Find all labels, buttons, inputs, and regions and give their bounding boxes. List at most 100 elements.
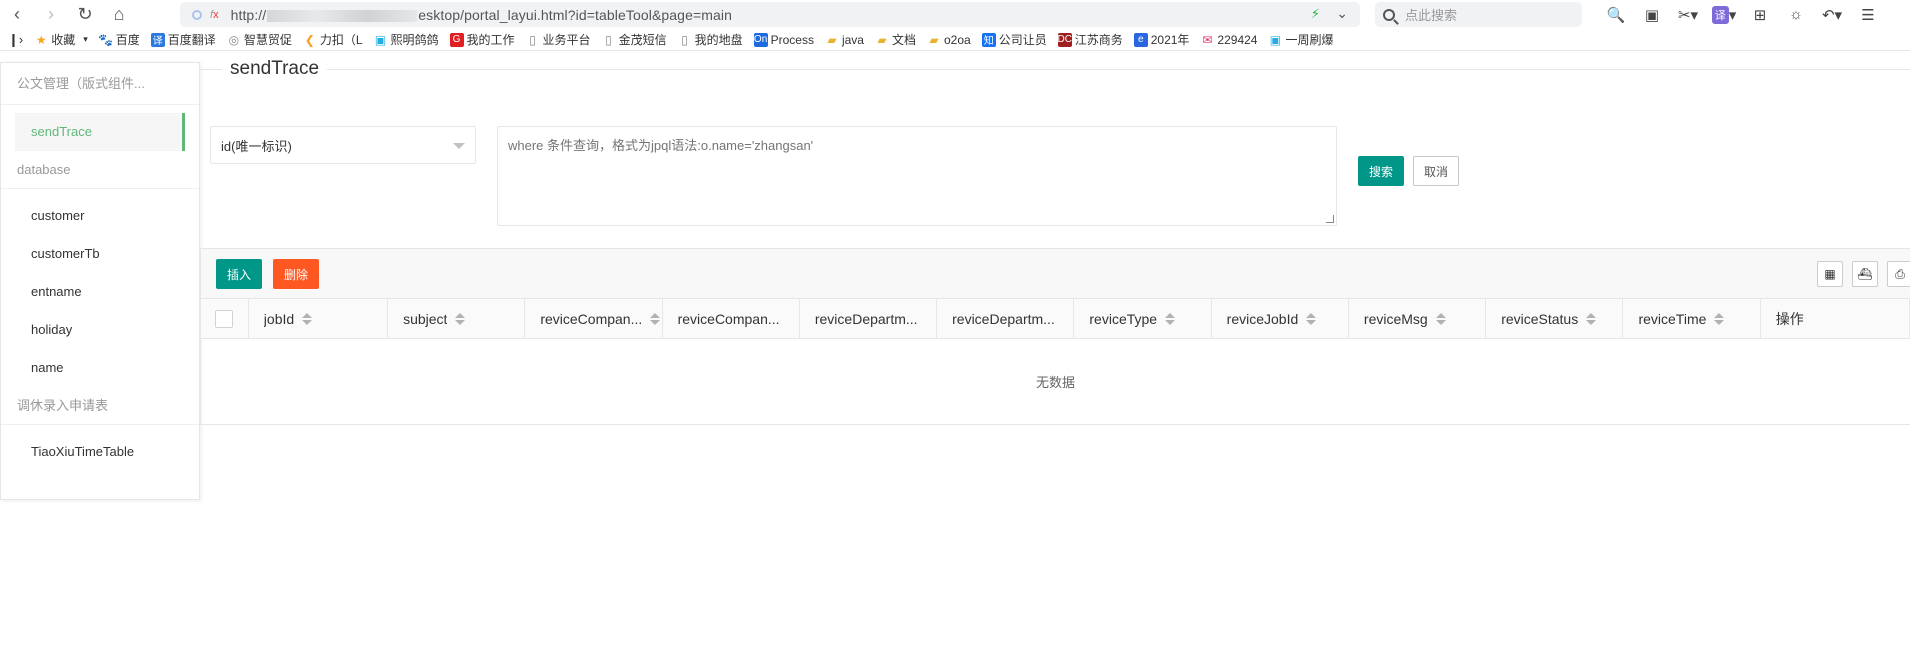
bookmark-item[interactable]: 译百度翻译 [150,31,216,48]
bookmark-item[interactable]: ▰ java [825,33,864,47]
insert-button[interactable]: 插入 [216,259,262,289]
chevron-down-icon[interactable]: ▾ [83,34,88,45]
sort-icon[interactable] [455,313,466,325]
bookmark-item[interactable]: ◎ 智慧贸促 [227,31,292,48]
bolt-icon[interactable]: ⚡ [1311,6,1320,22]
cancel-button[interactable]: 取消 [1413,156,1459,186]
sidebar-item-holiday[interactable]: holiday [1,311,185,349]
bookmark-item[interactable]: ▰ 文档 [875,31,916,48]
sort-icon[interactable] [650,313,661,325]
bookmark-label: 百度 [115,33,140,47]
print-icon[interactable]: ⎙ [1887,261,1910,287]
column-header[interactable]: reviceTime [1623,299,1761,339]
bookmark-label: 公司让员 [998,33,1047,47]
browser-toolbar: ‹ › ↻ ⌂ fx http://esktop/portal_layui.ht… [0,0,1910,29]
search-button[interactable]: 搜索 [1358,156,1404,186]
sidebar-toggle-icon[interactable]: ❙› [8,32,23,48]
browser-search-input[interactable]: 点此搜索 [1375,2,1582,27]
undo-icon[interactable]: ↶▾ [1816,3,1848,27]
where-condition-input[interactable]: where 条件查询，格式为jpql语法:o.name='zhangsan' [497,126,1337,226]
bookmark-item[interactable]: ▰ o2oa [927,32,971,47]
scissors-icon[interactable]: ✂▾ [1672,3,1704,27]
legend-line [200,69,1910,70]
bookmark-favicon-icon: 译 [150,32,165,47]
bookmark-item[interactable]: ▣ 熙明鸽鸽 [374,31,439,48]
sort-icon[interactable] [1435,313,1446,325]
bookmark-item[interactable]: 知公司让员 [981,31,1047,48]
column-header[interactable]: reviceCompan... [663,299,800,339]
resize-handle[interactable] [1326,215,1334,223]
bookmark-item[interactable]: ▯ 我的地盘 [678,31,742,48]
doc-icon: ▯ [681,32,688,47]
sort-icon[interactable] [302,313,313,325]
column-header[interactable]: reviceDepartm... [937,299,1075,339]
column-header[interactable]: reviceDepartm... [800,299,938,339]
menu-icon[interactable]: ☰ [1852,3,1884,27]
bookmark-label: 业务平台 [542,33,591,47]
column-header[interactable]: reviceStatus [1486,299,1624,339]
column-header[interactable]: reviceJobId [1212,299,1349,339]
bookmark-item[interactable]: ▣ 一周刷爆 [1268,31,1334,48]
sidebar-item-customertb[interactable]: customerTb [1,235,185,273]
select-all-checkbox[interactable] [215,310,233,328]
bookmark-item[interactable]: 🐾 百度 [98,31,140,48]
column-header[interactable]: reviceCompan... [525,299,663,339]
bookmark-item[interactable]: On Process [753,32,814,47]
column-header[interactable]: reviceMsg [1349,299,1487,339]
url-text: http://esktop/portal_layui.html?id=table… [230,6,732,23]
bookmark-item[interactable]: ✉ 229424 [1200,33,1257,47]
brightness-icon[interactable]: ☼ [1780,3,1812,27]
column-header[interactable]: reviceType [1074,299,1212,339]
sidebar-item-tiaoxiutimetable[interactable]: TiaoXiuTimeTable [1,433,185,471]
bookmark-label: 熙明鸽鸽 [390,33,439,47]
field-select[interactable]: id(唯一标识) [210,126,476,164]
bookmark-item[interactable]: ❮ 力扣（L [303,31,363,48]
bookmark-item[interactable]: DC 江苏商务 [1057,31,1123,48]
bookmark-label: o2oa [943,32,971,47]
bookmarks-bar: ❙› ★ 收藏 ▾ 🐾 百度译百度翻译 ◎ 智慧贸促 ❮ 力扣（L ▣ 熙明鸽鸽 G 我的工作 ▯ 业务平… [0,29,1910,51]
sort-icon[interactable] [1586,313,1597,325]
sidebar-item-entname[interactable]: entname [1,273,185,311]
export-icon[interactable]: ⛴ [1852,261,1878,287]
bookmark-favicon-icon: e [1133,32,1148,47]
bookmark-label: 收藏 [51,33,76,47]
column-header-label: subject [403,311,448,327]
extension-icon[interactable]: ▣ [1636,3,1668,27]
magnifier-icon[interactable]: 🔍 [1600,3,1632,27]
sidebar-item-sendtrace[interactable]: sendTrace [15,113,185,151]
fx-icon[interactable]: fx [210,9,219,21]
column-header[interactable]: jobId [249,299,389,339]
columns-filter-icon[interactable]: ▦ [1817,261,1843,287]
column-header-label: reviceStatus [1501,311,1579,327]
bili-icon: ▣ [374,32,387,47]
bookmark-item[interactable]: ▯ 业务平台 [526,31,591,48]
bookmark-label: 229424 [1217,32,1258,47]
home-button[interactable]: ⌂ [102,0,136,29]
bookmark-item[interactable]: e 2021年 [1133,31,1189,48]
chevron-down-icon[interactable]: ⌄ [1336,5,1348,22]
translate-icon[interactable]: 译 ▾ [1708,3,1740,27]
sidebar-item-name[interactable]: name [1,349,185,387]
grid-icon[interactable]: ⊞ [1744,3,1776,27]
sort-icon[interactable] [1165,313,1176,325]
column-header-label: reviceType [1089,311,1158,327]
sort-icon[interactable] [1306,313,1317,325]
page-content: 公文管理（版式组件... sendTrace database customer cus… [0,52,1910,660]
bookmark-item[interactable]: ★ 收藏 ▾ [34,31,88,48]
bookmark-item[interactable]: G 我的工作 [449,31,515,48]
address-bar[interactable]: fx http://esktop/portal_layui.html?id=ta… [180,2,1360,27]
globe-icon: ◎ [228,32,240,47]
back-button[interactable]: ‹ [0,0,34,29]
bookmark-item[interactable]: ▯ 金茂短信 [602,31,666,48]
leet-icon: ❮ [304,32,315,47]
sort-icon[interactable] [1714,313,1725,325]
bookmark-favicon-icon: DC [1057,32,1072,47]
column-header[interactable]: subject [388,299,526,339]
sidebar-item-customer[interactable]: customer [1,197,185,235]
reload-button[interactable]: ↻ [68,0,102,29]
column-header[interactable]: 操作 [1761,299,1910,339]
forward-button[interactable]: › [34,0,68,29]
delete-button[interactable]: 删除 [273,259,319,289]
site-info-icon[interactable] [192,9,202,20]
bookmark-label: 百度翻译 [167,33,216,47]
